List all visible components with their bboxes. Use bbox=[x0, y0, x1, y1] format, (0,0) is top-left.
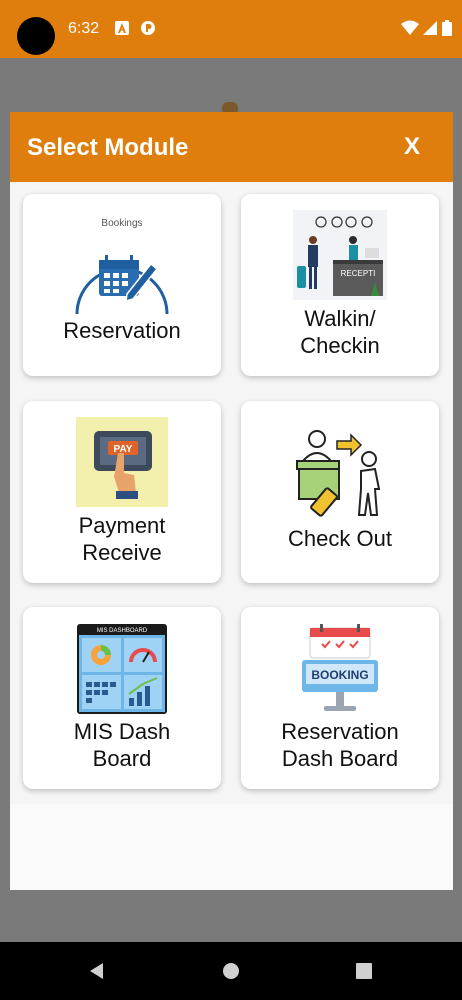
recents-icon[interactable] bbox=[353, 960, 375, 982]
image-caption-mis-dashboard: MIS DASHBOARD bbox=[97, 628, 148, 634]
dialog-header: Select Module X bbox=[10, 112, 453, 182]
image-caption-booking: BOOKING bbox=[311, 668, 368, 682]
notification-p-icon bbox=[141, 21, 155, 35]
status-bar: 6:32 bbox=[0, 0, 462, 58]
mis-dashboard-icon: MIS DASHBOARD bbox=[77, 624, 167, 714]
module-card-reservation[interactable]: Bookings Reservation bbox=[23, 194, 221, 376]
module-card-payment-receive[interactable]: PAY Payment Receive bbox=[23, 401, 221, 583]
dialog-title: Select Module bbox=[27, 134, 189, 161]
module-card-check-out[interactable]: Check Out bbox=[241, 401, 439, 583]
battery-icon bbox=[442, 20, 452, 36]
back-icon[interactable] bbox=[86, 960, 108, 982]
module-card-reservation-dashboard[interactable]: BOOKING Reservation Dash Board bbox=[241, 607, 439, 789]
home-icon[interactable] bbox=[220, 960, 242, 982]
module-label: MIS Dash Board bbox=[73, 719, 171, 771]
module-label: Reservation Dash Board bbox=[281, 719, 399, 771]
notification-a-icon bbox=[115, 21, 129, 35]
payment-pay-icon: PAY bbox=[76, 417, 168, 507]
wifi-icon bbox=[401, 20, 419, 35]
module-label: Reservation bbox=[63, 318, 181, 343]
reservation-calendar-icon: Bookings bbox=[75, 218, 169, 314]
close-button[interactable]: X bbox=[400, 132, 424, 162]
module-label: Payment Receive bbox=[78, 513, 166, 565]
system-navigation-bar bbox=[0, 942, 462, 1000]
module-card-walkin-checkin[interactable]: RECEPTI Walkin/Checkin bbox=[241, 194, 439, 376]
module-label: Check Out bbox=[288, 526, 392, 551]
checkout-luggage-icon bbox=[296, 430, 381, 517]
select-module-dialog: Select Module X Bookings Reservation REC… bbox=[10, 112, 453, 890]
reception-walkin-icon: RECEPTI bbox=[293, 210, 387, 300]
image-caption-bookings: Bookings bbox=[101, 218, 142, 229]
module-card-mis-dashboard[interactable]: MIS DASHBOARD MIS Dash Board bbox=[23, 607, 221, 789]
signal-icon bbox=[423, 21, 437, 35]
status-time: 6:32 bbox=[68, 20, 100, 37]
image-caption-reception: RECEPTI bbox=[341, 269, 376, 278]
background-logo-peek bbox=[222, 102, 238, 112]
camera-cutout bbox=[17, 17, 55, 55]
module-label: Walkin/Checkin bbox=[300, 306, 380, 358]
dialog-footer-area bbox=[10, 804, 453, 890]
booking-dashboard-icon: BOOKING bbox=[302, 624, 378, 711]
